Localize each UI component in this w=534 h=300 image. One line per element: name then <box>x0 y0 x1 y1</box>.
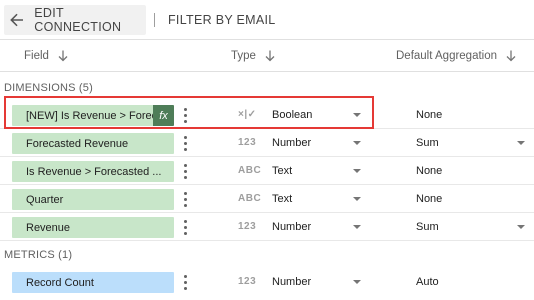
field-row[interactable]: Forecasted Revenue 123 Number Sum <box>0 129 534 157</box>
more-vert-icon[interactable] <box>183 220 187 235</box>
text-type-icon: ABC <box>238 193 262 204</box>
edit-connection-label: EDIT CONNECTION <box>34 6 122 34</box>
aggregation-dropdown-caret-icon[interactable] <box>517 225 525 229</box>
sort-arrow-icon <box>265 50 275 62</box>
field-name-chip[interactable]: [NEW] Is Revenue > Forec... fx <box>12 105 174 126</box>
number-type-icon: 123 <box>238 276 257 287</box>
aggregation-dropdown-caret-icon[interactable] <box>517 141 525 145</box>
type-value[interactable]: Number <box>272 276 311 288</box>
number-type-icon: 123 <box>238 137 257 148</box>
field-name-chip[interactable]: Record Count <box>12 272 174 293</box>
column-header-type[interactable]: Type <box>231 50 275 62</box>
column-header-field[interactable]: Field <box>24 50 68 62</box>
number-type-icon: 123 <box>238 221 257 232</box>
field-name-chip[interactable]: Forecasted Revenue <box>12 133 174 154</box>
dimensions-section-label: DIMENSIONS (5) <box>4 82 93 94</box>
field-name-chip[interactable]: Is Revenue > Forecasted ... <box>12 161 174 182</box>
type-dropdown-caret-icon[interactable] <box>353 197 361 201</box>
field-name-chip[interactable]: Quarter <box>12 189 174 210</box>
field-row[interactable]: Quarter ABC Text None <box>0 185 534 213</box>
type-value[interactable]: Boolean <box>272 109 312 121</box>
aggregation-value[interactable]: Sum <box>416 137 439 149</box>
field-name-chip[interactable]: Revenue <box>12 217 174 238</box>
field-name: Quarter <box>26 193 64 206</box>
type-dropdown-caret-icon[interactable] <box>353 113 361 117</box>
toolbar-divider <box>154 13 155 27</box>
column-header-aggregation[interactable]: Default Aggregation <box>396 50 516 62</box>
fx-formula-icon[interactable]: fx <box>153 105 174 126</box>
field-row[interactable]: Record Count 123 Number Auto <box>0 268 534 296</box>
column-header-aggregation-label: Default Aggregation <box>396 50 498 62</box>
metrics-section-label: METRICS (1) <box>4 249 73 261</box>
column-header-field-label: Field <box>24 50 49 62</box>
field-name: [NEW] Is Revenue > Forec... <box>26 109 167 122</box>
aggregation-value: None <box>416 193 443 205</box>
field-row[interactable]: Revenue 123 Number Sum <box>0 213 534 241</box>
type-dropdown-caret-icon[interactable] <box>353 280 361 284</box>
field-name: Forecasted Revenue <box>26 137 129 150</box>
more-vert-icon[interactable] <box>183 108 187 123</box>
field-row[interactable]: [NEW] Is Revenue > Forec... fx ×|✓ Boole… <box>0 101 534 129</box>
field-name: Record Count <box>26 276 94 289</box>
edit-connection-button[interactable]: EDIT CONNECTION <box>4 5 146 35</box>
arrow-back-icon <box>6 5 28 35</box>
more-vert-icon[interactable] <box>183 136 187 151</box>
type-dropdown-caret-icon[interactable] <box>353 225 361 229</box>
more-vert-icon[interactable] <box>183 192 187 207</box>
type-value[interactable]: Text <box>272 165 292 177</box>
filter-by-email-button[interactable]: FILTER BY EMAIL <box>168 13 276 27</box>
sort-arrow-icon <box>506 50 516 62</box>
type-value[interactable]: Text <box>272 193 292 205</box>
text-type-icon: ABC <box>238 165 262 176</box>
aggregation-value: None <box>416 109 443 121</box>
sort-arrow-icon <box>58 50 68 62</box>
aggregation-value: None <box>416 165 443 177</box>
type-dropdown-caret-icon[interactable] <box>353 141 361 145</box>
column-header-type-label: Type <box>231 50 256 62</box>
more-vert-icon[interactable] <box>183 275 187 290</box>
field-name: Revenue <box>26 221 71 234</box>
toolbar: EDIT CONNECTION FILTER BY EMAIL <box>0 0 534 40</box>
type-value[interactable]: Number <box>272 137 311 149</box>
column-header-row: Field Type Default Aggregation <box>0 40 534 72</box>
aggregation-value: Auto <box>416 276 439 288</box>
more-vert-icon[interactable] <box>183 164 187 179</box>
type-value[interactable]: Number <box>272 221 311 233</box>
boolean-type-icon: ×|✓ <box>238 109 257 120</box>
aggregation-value[interactable]: Sum <box>416 221 439 233</box>
type-dropdown-caret-icon[interactable] <box>353 169 361 173</box>
field-row[interactable]: Is Revenue > Forecasted ... ABC Text Non… <box>0 157 534 185</box>
field-name: Is Revenue > Forecasted ... <box>26 165 162 178</box>
